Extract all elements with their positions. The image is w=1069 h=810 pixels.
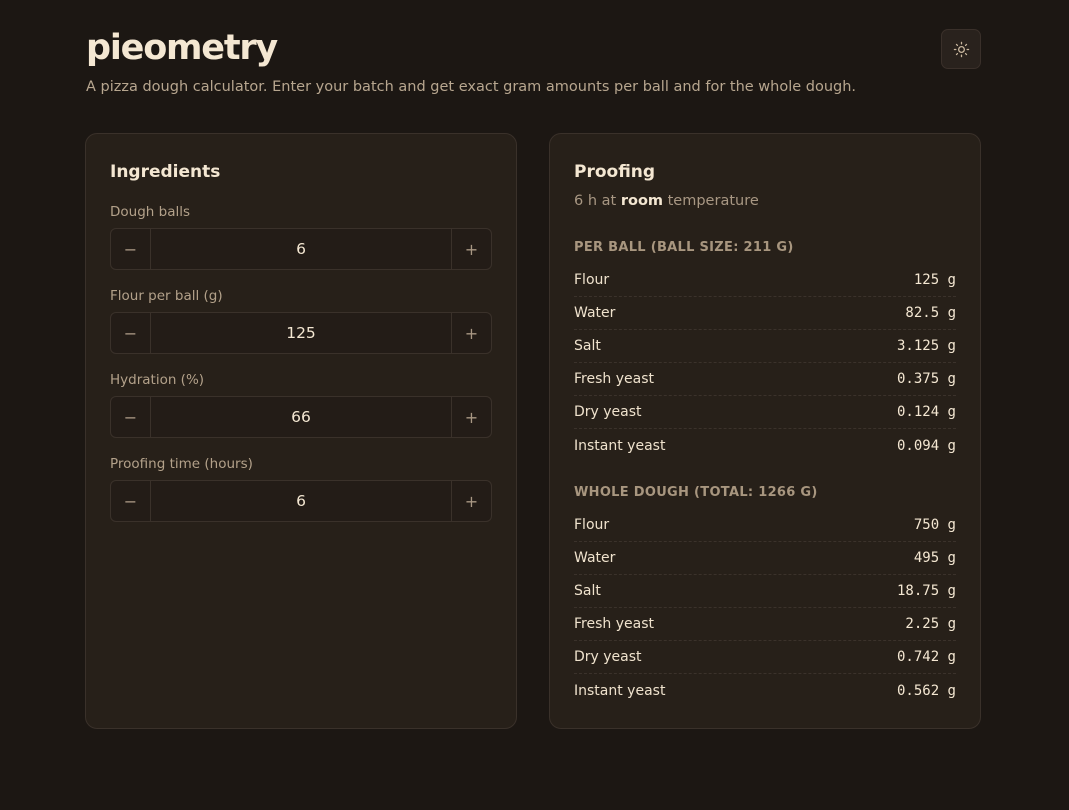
ingredient-name: Salt: [574, 583, 601, 599]
list-item: Dry yeast 0.742 g: [574, 641, 956, 674]
ingredient-name: Instant yeast: [574, 437, 666, 454]
ingredient-amount: 3.125 g: [896, 338, 956, 354]
ingredient-amount: 2.25 g: [905, 616, 956, 632]
whole-dough-heading: WHOLE DOUGH (TOTAL: 1266 G): [574, 485, 818, 500]
proofing-time-input[interactable]: 6: [151, 481, 451, 521]
list-item: Salt 18.75 g: [574, 575, 956, 608]
ingredient-name: Fresh yeast: [574, 616, 654, 632]
list-item: Fresh yeast 0.375 g: [574, 363, 956, 396]
ingredient-name: Water: [574, 550, 616, 566]
ingredient-amount: 495 g: [913, 550, 956, 566]
flour-per-ball-label: Flour per ball (g): [110, 288, 223, 304]
list-item: Flour 125 g: [574, 264, 956, 297]
theme-toggle-button[interactable]: [941, 29, 981, 69]
page: pieometry A pizza dough calculator. Ente…: [0, 0, 1069, 810]
dough-balls-label: Dough balls: [110, 204, 191, 220]
hydration-label: Hydration (%): [110, 372, 205, 388]
dough-balls-decrement-button[interactable]: −: [111, 229, 151, 269]
proofing-temperature: room: [620, 193, 664, 209]
proofing-card: Proofing 6 h at room temperature PER BAL…: [549, 133, 981, 729]
ingredient-name: Flour: [574, 517, 610, 533]
hydration-stepper: − 66 +: [110, 396, 492, 438]
sun-icon: [953, 41, 969, 57]
ingredients-card: Ingredients Dough balls − 6 + Flour per …: [85, 133, 517, 729]
ingredient-amount: 82.5 g: [905, 305, 956, 321]
proofing-time-increment-button[interactable]: +: [451, 481, 491, 521]
proofing-summary: 6 h at room temperature: [574, 193, 759, 209]
list-item: Water 82.5 g: [574, 297, 956, 330]
list-item: Salt 3.125 g: [574, 330, 956, 363]
list-item: Fresh yeast 2.25 g: [574, 608, 956, 641]
hydration-input[interactable]: 66: [151, 397, 451, 437]
proofing-time-decrement-button[interactable]: −: [111, 481, 151, 521]
ingredient-name: Water: [574, 305, 616, 321]
flour-per-ball-input[interactable]: 125: [151, 313, 451, 353]
flour-per-ball-increment-button[interactable]: +: [451, 313, 491, 353]
ingredient-name: Fresh yeast: [574, 371, 654, 387]
proofing-summary-suffix: temperature: [667, 193, 759, 209]
hydration-increment-button[interactable]: +: [451, 397, 491, 437]
ingredient-amount: 0.375 g: [896, 371, 956, 387]
app-subtitle: A pizza dough calculator. Enter your bat…: [86, 79, 857, 95]
list-item: Flour 750 g: [574, 509, 956, 542]
list-item: Water 495 g: [574, 542, 956, 575]
proofing-time-label: Proofing time (hours): [110, 456, 253, 472]
proofing-title: Proofing: [574, 162, 656, 182]
ingredient-amount: 0.124 g: [896, 404, 956, 420]
list-item: Dry yeast 0.124 g: [574, 396, 956, 429]
ingredient-amount: 125 g: [913, 272, 956, 288]
ingredient-name: Dry yeast: [574, 404, 642, 420]
hydration-decrement-button[interactable]: −: [111, 397, 151, 437]
ingredient-name: Instant yeast: [574, 682, 666, 699]
dough-balls-increment-button[interactable]: +: [451, 229, 491, 269]
proofing-time-stepper: − 6 +: [110, 480, 492, 522]
ingredient-amount: 0.562 g: [896, 682, 956, 699]
list-item: Instant yeast 0.094 g: [574, 429, 956, 462]
per-ball-list: Flour 125 g Water 82.5 g Salt 3.125 g Fresh…: [574, 264, 956, 462]
whole-dough-list: Flour 750 g Water 495 g Salt 18.75 g Fresh …: [574, 509, 956, 707]
per-ball-heading: PER BALL (BALL SIZE: 211 G): [574, 240, 794, 255]
dough-balls-stepper: − 6 +: [110, 228, 492, 270]
flour-per-ball-stepper: − 125 +: [110, 312, 492, 354]
dough-balls-input[interactable]: 6: [151, 229, 451, 269]
ingredient-amount: 18.75 g: [896, 583, 956, 599]
list-item: Instant yeast 0.562 g: [574, 674, 956, 707]
ingredient-amount: 0.094 g: [896, 437, 956, 454]
ingredients-title: Ingredients: [110, 162, 221, 182]
ingredient-name: Dry yeast: [574, 649, 642, 665]
ingredient-amount: 0.742 g: [896, 649, 956, 665]
app-title: pieometry: [86, 28, 278, 68]
ingredient-name: Flour: [574, 272, 610, 288]
ingredient-name: Salt: [574, 338, 601, 354]
ingredient-amount: 750 g: [913, 517, 956, 533]
proofing-summary-prefix: 6 h at: [574, 193, 617, 209]
flour-per-ball-decrement-button[interactable]: −: [111, 313, 151, 353]
